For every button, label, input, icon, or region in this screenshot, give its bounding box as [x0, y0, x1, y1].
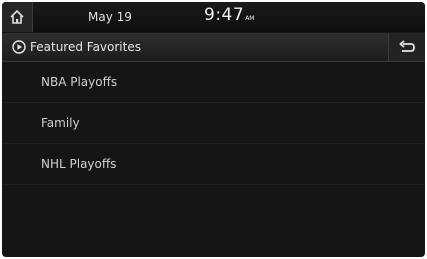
- clock: 9:47AM: [204, 5, 254, 25]
- play-circle-icon: [12, 40, 26, 54]
- back-arrow-icon: [399, 40, 415, 52]
- head-unit-screen: May 19 9:47AM Featured Favorites NBA Pla…: [2, 2, 425, 257]
- title-bar: Featured Favorites: [2, 33, 425, 62]
- list-item[interactable]: Family: [2, 103, 425, 144]
- home-icon: [10, 9, 24, 24]
- date-display: May 19: [88, 10, 132, 24]
- back-button[interactable]: [388, 33, 425, 61]
- favorites-list: NBA Playoffs Family NHL Playoffs: [2, 62, 425, 185]
- page-title: Featured Favorites: [30, 40, 141, 54]
- status-bar: May 19 9:47AM: [2, 2, 425, 32]
- list-item[interactable]: NBA Playoffs: [2, 62, 425, 103]
- time-display: 9:47: [204, 5, 245, 25]
- am-pm-indicator: AM: [245, 15, 255, 22]
- list-item[interactable]: NHL Playoffs: [2, 144, 425, 185]
- home-button[interactable]: [2, 2, 33, 32]
